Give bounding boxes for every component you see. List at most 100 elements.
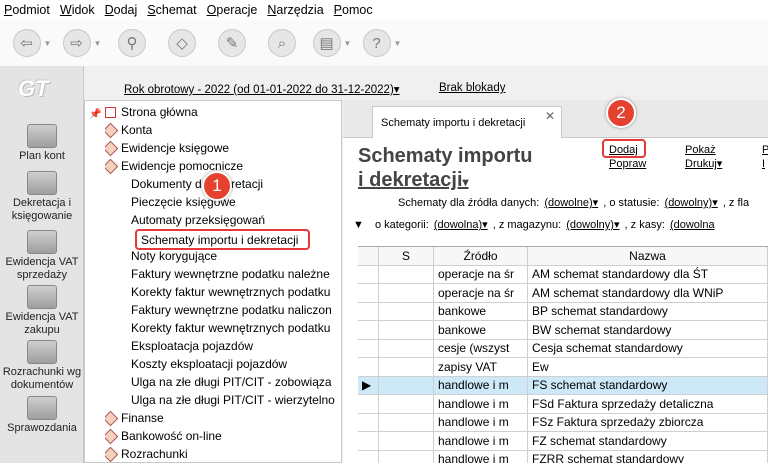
tree-child[interactable]: Automaty przeksięgowań: [131, 211, 341, 229]
drukuj-button[interactable]: Drukuj▾: [685, 157, 722, 171]
table-row[interactable]: bankowe BP schemat standardowy: [358, 302, 768, 321]
name-cell: Ew: [528, 358, 768, 376]
folder-icon: [105, 428, 119, 444]
status-filter-select[interactable]: (dowolny)▾: [665, 197, 718, 209]
status-cell: [379, 395, 434, 413]
tree-child[interactable]: Noty korygujące: [131, 247, 341, 265]
tools-icon: ✎: [218, 29, 246, 57]
table-row[interactable]: handlowe i m FSz Faktura sprzedaży zbiorc…: [358, 413, 768, 432]
dodaj-button[interactable]: Dodaj: [609, 143, 646, 157]
row-marker: [358, 302, 379, 320]
nav-vat-zakupu[interactable]: Ewidencja VAT zakupu: [0, 285, 84, 337]
expand-filters-icon[interactable]: ▼: [353, 219, 364, 231]
column-header[interactable]: Nazwa: [528, 247, 768, 265]
table-row[interactable]: handlowe i m FZ schemat standardowy: [358, 432, 768, 451]
nav-dekretacja[interactable]: Dekretacja i księgowanie: [0, 171, 84, 223]
tree-node-finanse[interactable]: Finanse: [105, 409, 164, 427]
close-icon[interactable]: ✕: [545, 109, 555, 123]
tree-child[interactable]: Pieczęcie księgowe: [131, 193, 341, 211]
tree-node-bankowosc[interactable]: Bankowość on-line: [105, 427, 222, 445]
source-filter-select[interactable]: (dowolne)▾: [544, 197, 598, 209]
menu-narzedzia[interactable]: Narzędzia: [267, 3, 323, 17]
cash-filter-select[interactable]: (dowolna: [670, 219, 715, 231]
pokaz-button[interactable]: Pokaż: [685, 143, 722, 157]
tree-child[interactable]: Eksploatacja pojazdów: [131, 337, 341, 355]
tree-child[interactable]: Koszty eksploatacji pojazdów: [131, 355, 341, 373]
nav-label: Ewidencja VAT zakupu: [5, 311, 79, 336]
navigation-tree: 📌 Strona główna Konta Ewidencje księgowe…: [84, 100, 342, 463]
row-marker: [358, 432, 379, 450]
menu-schemat[interactable]: Schemat: [147, 3, 196, 17]
tree-node-konta[interactable]: Konta: [105, 121, 152, 139]
table-row[interactable]: bankowe BW schemat standardowy: [358, 321, 768, 340]
folder-icon: [105, 410, 119, 426]
forward-button[interactable]: ⇨ ▼: [60, 25, 104, 61]
filter-row-2: ▼ o kategorii: (dowolna)▾ , z magazynu: …: [353, 218, 717, 231]
menu-widok[interactable]: Widok: [60, 3, 95, 17]
print-button[interactable]: ▤ ▼: [310, 25, 354, 61]
tree-node-label: Konta: [121, 123, 153, 137]
table-row-selected[interactable]: ▶ handlowe i m FS schemat standardowy: [358, 376, 768, 395]
menu-operacje[interactable]: Operacje: [207, 3, 258, 17]
menu-podmiot[interactable]: Podmiot: [4, 3, 50, 17]
clipped-action-p[interactable]: P: [762, 143, 768, 157]
table-row[interactable]: handlowe i m FZRR schemat standardowy: [358, 450, 768, 463]
menu-dodaj[interactable]: Dodaj: [105, 3, 138, 17]
status-cell: [379, 265, 434, 283]
nav-sprawozdania[interactable]: Sprawozdania: [0, 396, 84, 435]
category-filter-select[interactable]: (dowolna)▾: [434, 219, 488, 231]
tree-node-label: Ewidencje księgowe: [121, 141, 230, 155]
search-icon: ⌕: [268, 29, 296, 57]
help-button[interactable]: ? ▼: [360, 25, 404, 61]
coins-icon: [27, 230, 57, 254]
tree-node-strona-glowna[interactable]: Strona główna: [105, 103, 198, 121]
left-navigation: GT Plan kont Dekretacja i księgowanie Ew…: [0, 66, 84, 463]
name-cell: FZRR schemat standardowy: [528, 450, 768, 463]
tools-button[interactable]: ✎: [210, 25, 254, 61]
table-row[interactable]: operacje na śr AM schemat standardowy dla…: [358, 284, 768, 303]
title-dropdown[interactable]: i dekretacji▾: [358, 168, 532, 194]
clipped-action-i[interactable]: I: [762, 157, 768, 171]
column-header[interactable]: [358, 247, 379, 265]
search-button[interactable]: ⌕: [260, 25, 304, 61]
menu-bar: Podmiot Widok Dodaj Schemat Operacje Nar…: [0, 0, 768, 20]
tab-schematy[interactable]: Schematy importu i dekretacji ✕: [372, 106, 562, 138]
tree-node-ewidencje-ksiegowe[interactable]: Ewidencje księgowe: [105, 139, 229, 157]
fiscal-year-select[interactable]: Rok obrotowy - 2022 (od 01-01-2022 do 31…: [124, 82, 400, 96]
tab-label: Schematy importu i dekretacji: [381, 116, 526, 129]
warehouse-filter-select[interactable]: (dowolny)▾: [566, 219, 619, 231]
nav-vat-sprzedazy[interactable]: Ewidencja VAT sprzedaży: [0, 230, 84, 282]
nav-rozrachunki[interactable]: Rozrachunki wg dokumentów: [0, 340, 84, 392]
tree-child[interactable]: Faktury wewnętrzne podatku naliczon: [131, 301, 341, 319]
current-row-icon: ▶: [358, 376, 379, 394]
table-row[interactable]: cesje (wszyst Cesja schemat standardowy: [358, 339, 768, 358]
tree-child[interactable]: Faktury wewnętrzne podatku należne: [131, 265, 341, 283]
table-row[interactable]: zapisy VAT Ew: [358, 358, 768, 377]
status-cell: [379, 432, 434, 450]
help-icon: ?: [362, 29, 391, 57]
nav-plan-kont[interactable]: Plan kont: [0, 124, 84, 163]
nav-label: Ewidencja VAT sprzedaży: [5, 256, 79, 281]
tree-child[interactable]: Dokumenty do dekretacji: [131, 175, 341, 193]
pin-icon[interactable]: 📌: [89, 109, 101, 120]
lock-status-link[interactable]: Brak blokady: [439, 82, 505, 94]
popraw-button[interactable]: Popraw: [609, 157, 646, 171]
chevron-down-icon: ▼: [343, 38, 352, 48]
table-row[interactable]: operacje na śr AM schemat standardowy dla…: [358, 265, 768, 284]
column-header[interactable]: S: [379, 247, 434, 265]
status-cell: [379, 284, 434, 302]
menu-pomoc[interactable]: Pomoc: [334, 3, 373, 17]
column-header[interactable]: Źródło: [434, 247, 528, 265]
table-row[interactable]: handlowe i m FSd Faktura sprzedaży detali…: [358, 395, 768, 414]
filter-label: , z fla: [722, 197, 750, 209]
eraser-button[interactable]: ◇: [160, 25, 204, 61]
tree-node-rozrachunki[interactable]: Rozrachunki: [105, 445, 188, 463]
source-cell: operacje na śr: [434, 265, 528, 283]
stamp-button[interactable]: ⚲: [110, 25, 154, 61]
filter-label: , z kasy:: [624, 219, 665, 231]
tree-child[interactable]: Korekty faktur wewnętrznych podatku: [131, 283, 341, 301]
tree-child[interactable]: Korekty faktur wewnętrznych podatku: [131, 319, 341, 337]
tree-child[interactable]: Ulga na złe długi PIT/CIT - wierzytelno: [131, 391, 341, 409]
back-button[interactable]: ⇦ ▼: [10, 25, 54, 61]
tree-child[interactable]: Ulga na złe długi PIT/CIT - zobowiąza: [131, 373, 341, 391]
